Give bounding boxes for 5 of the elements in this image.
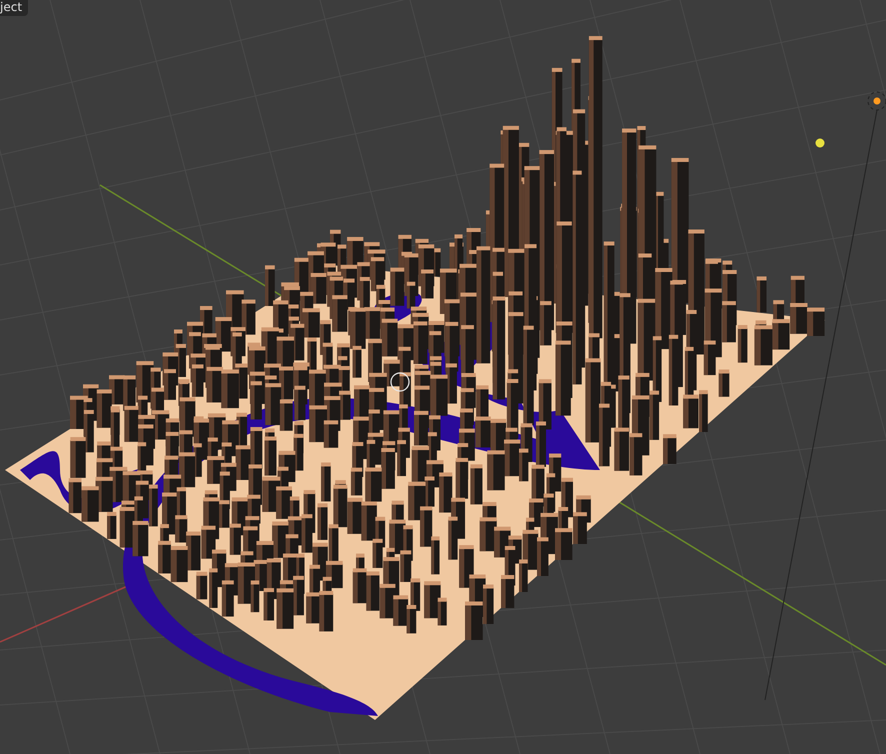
sun-lamp-icon[interactable] bbox=[868, 92, 886, 110]
light-icon[interactable] bbox=[816, 138, 824, 148]
mode-label: ject bbox=[0, 0, 28, 16]
object-origin-icon bbox=[390, 372, 410, 392]
3d-viewport[interactable]: ject bbox=[0, 0, 886, 754]
